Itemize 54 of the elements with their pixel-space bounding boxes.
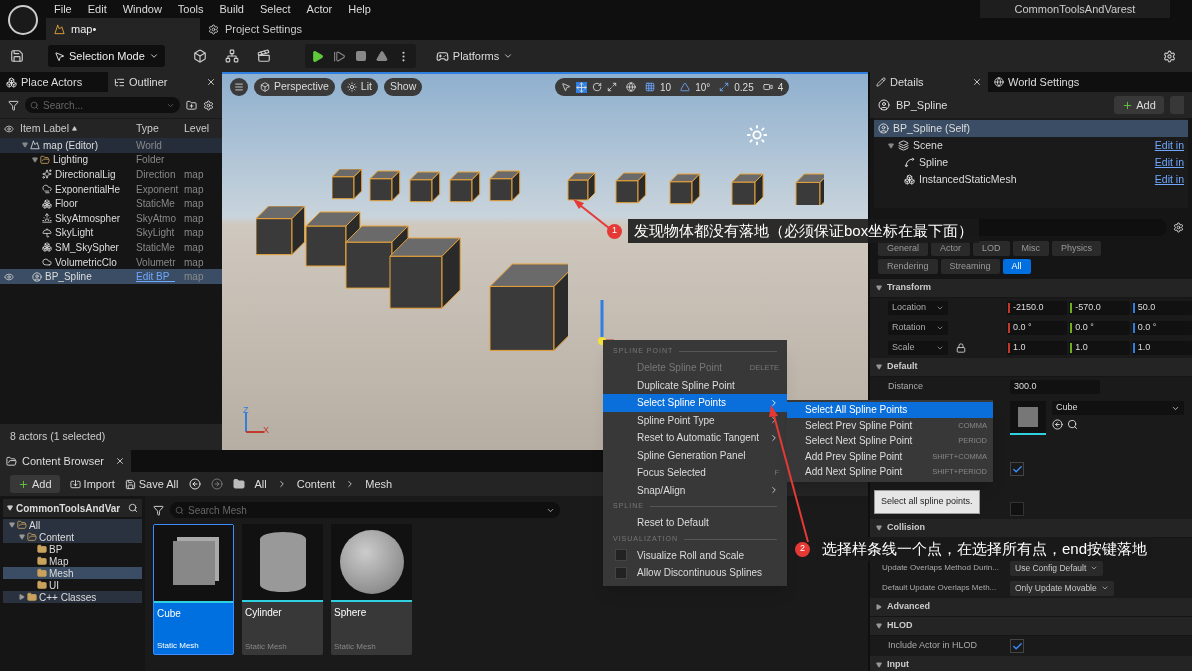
item-type: Folder bbox=[136, 153, 166, 168]
asset-name: Cube bbox=[156, 607, 182, 621]
asset-type: Static Mesh bbox=[244, 641, 288, 653]
item-type: SkyAtmo bbox=[136, 211, 177, 226]
property-label: Update Overlaps Method Durin... bbox=[882, 562, 999, 574]
annotation-tooltip: 发现物体都没有落地（必须保证box坐标在最下面） bbox=[628, 219, 980, 243]
component-name: Spline bbox=[919, 154, 950, 170]
folder-label: All bbox=[29, 518, 41, 533]
component-name: Scene bbox=[913, 137, 944, 153]
item-label: map (Editor) bbox=[43, 138, 98, 153]
property-label: Distance bbox=[887, 380, 924, 394]
item-type: Direction bbox=[136, 168, 177, 182]
item-label: SkyAtmospher bbox=[55, 211, 121, 226]
folder-label: BP bbox=[49, 542, 63, 557]
asset-name: Sphere bbox=[333, 606, 368, 620]
item-level: map bbox=[184, 197, 204, 212]
item-level: map bbox=[184, 240, 204, 255]
asset-name: Cylinder bbox=[244, 606, 283, 620]
item-level: map bbox=[184, 270, 204, 285]
actor-name: BP_Spline bbox=[896, 97, 949, 113]
item-type: Exponent bbox=[136, 182, 180, 197]
item-level: map bbox=[184, 226, 204, 241]
axis-label: X bbox=[263, 424, 269, 437]
item-label: BP_Spline bbox=[45, 270, 92, 285]
item-type: World bbox=[136, 138, 163, 153]
folder-label: Content bbox=[39, 530, 75, 545]
item-level: map bbox=[184, 182, 204, 197]
folder-label: UI bbox=[49, 578, 59, 593]
tooltip: Select all spline points. bbox=[874, 490, 980, 514]
asset-type: Static Mesh bbox=[333, 641, 377, 653]
component-name: InstancedStaticMesh bbox=[919, 171, 1018, 187]
folder-label: Mesh bbox=[49, 567, 74, 581]
item-label: Lighting bbox=[53, 153, 89, 168]
item-type: SkyLight bbox=[136, 226, 176, 241]
folder-label: Map bbox=[49, 554, 69, 569]
status-text: 8 actors (1 selected) bbox=[10, 429, 106, 445]
property-label: Default Update Overlaps Meth... bbox=[882, 582, 997, 594]
property-label: Include Actor in HLOD bbox=[888, 639, 978, 653]
item-level: map bbox=[184, 168, 204, 182]
item-level: map bbox=[184, 211, 204, 226]
folder-label: C++ Classes bbox=[39, 590, 97, 605]
item-type: Volumetr bbox=[136, 255, 177, 270]
item-type: StaticMe bbox=[136, 197, 176, 212]
item-label: Floor bbox=[55, 197, 78, 212]
item-level: map bbox=[184, 255, 204, 270]
item-label: SM_SkySpher bbox=[55, 240, 119, 255]
item-label: SkyLight bbox=[55, 226, 94, 241]
item-label: VolumetricClo bbox=[55, 255, 117, 270]
asset-type: Static Mesh bbox=[156, 640, 200, 652]
project-name: CommonToolsAndVarest bbox=[980, 0, 1170, 18]
component-name: BP_Spline (Self) bbox=[893, 120, 972, 136]
item-label: ExponentialHe bbox=[55, 182, 121, 197]
item-type: StaticMe bbox=[136, 240, 176, 255]
item-label: DirectionalLig bbox=[55, 168, 116, 182]
